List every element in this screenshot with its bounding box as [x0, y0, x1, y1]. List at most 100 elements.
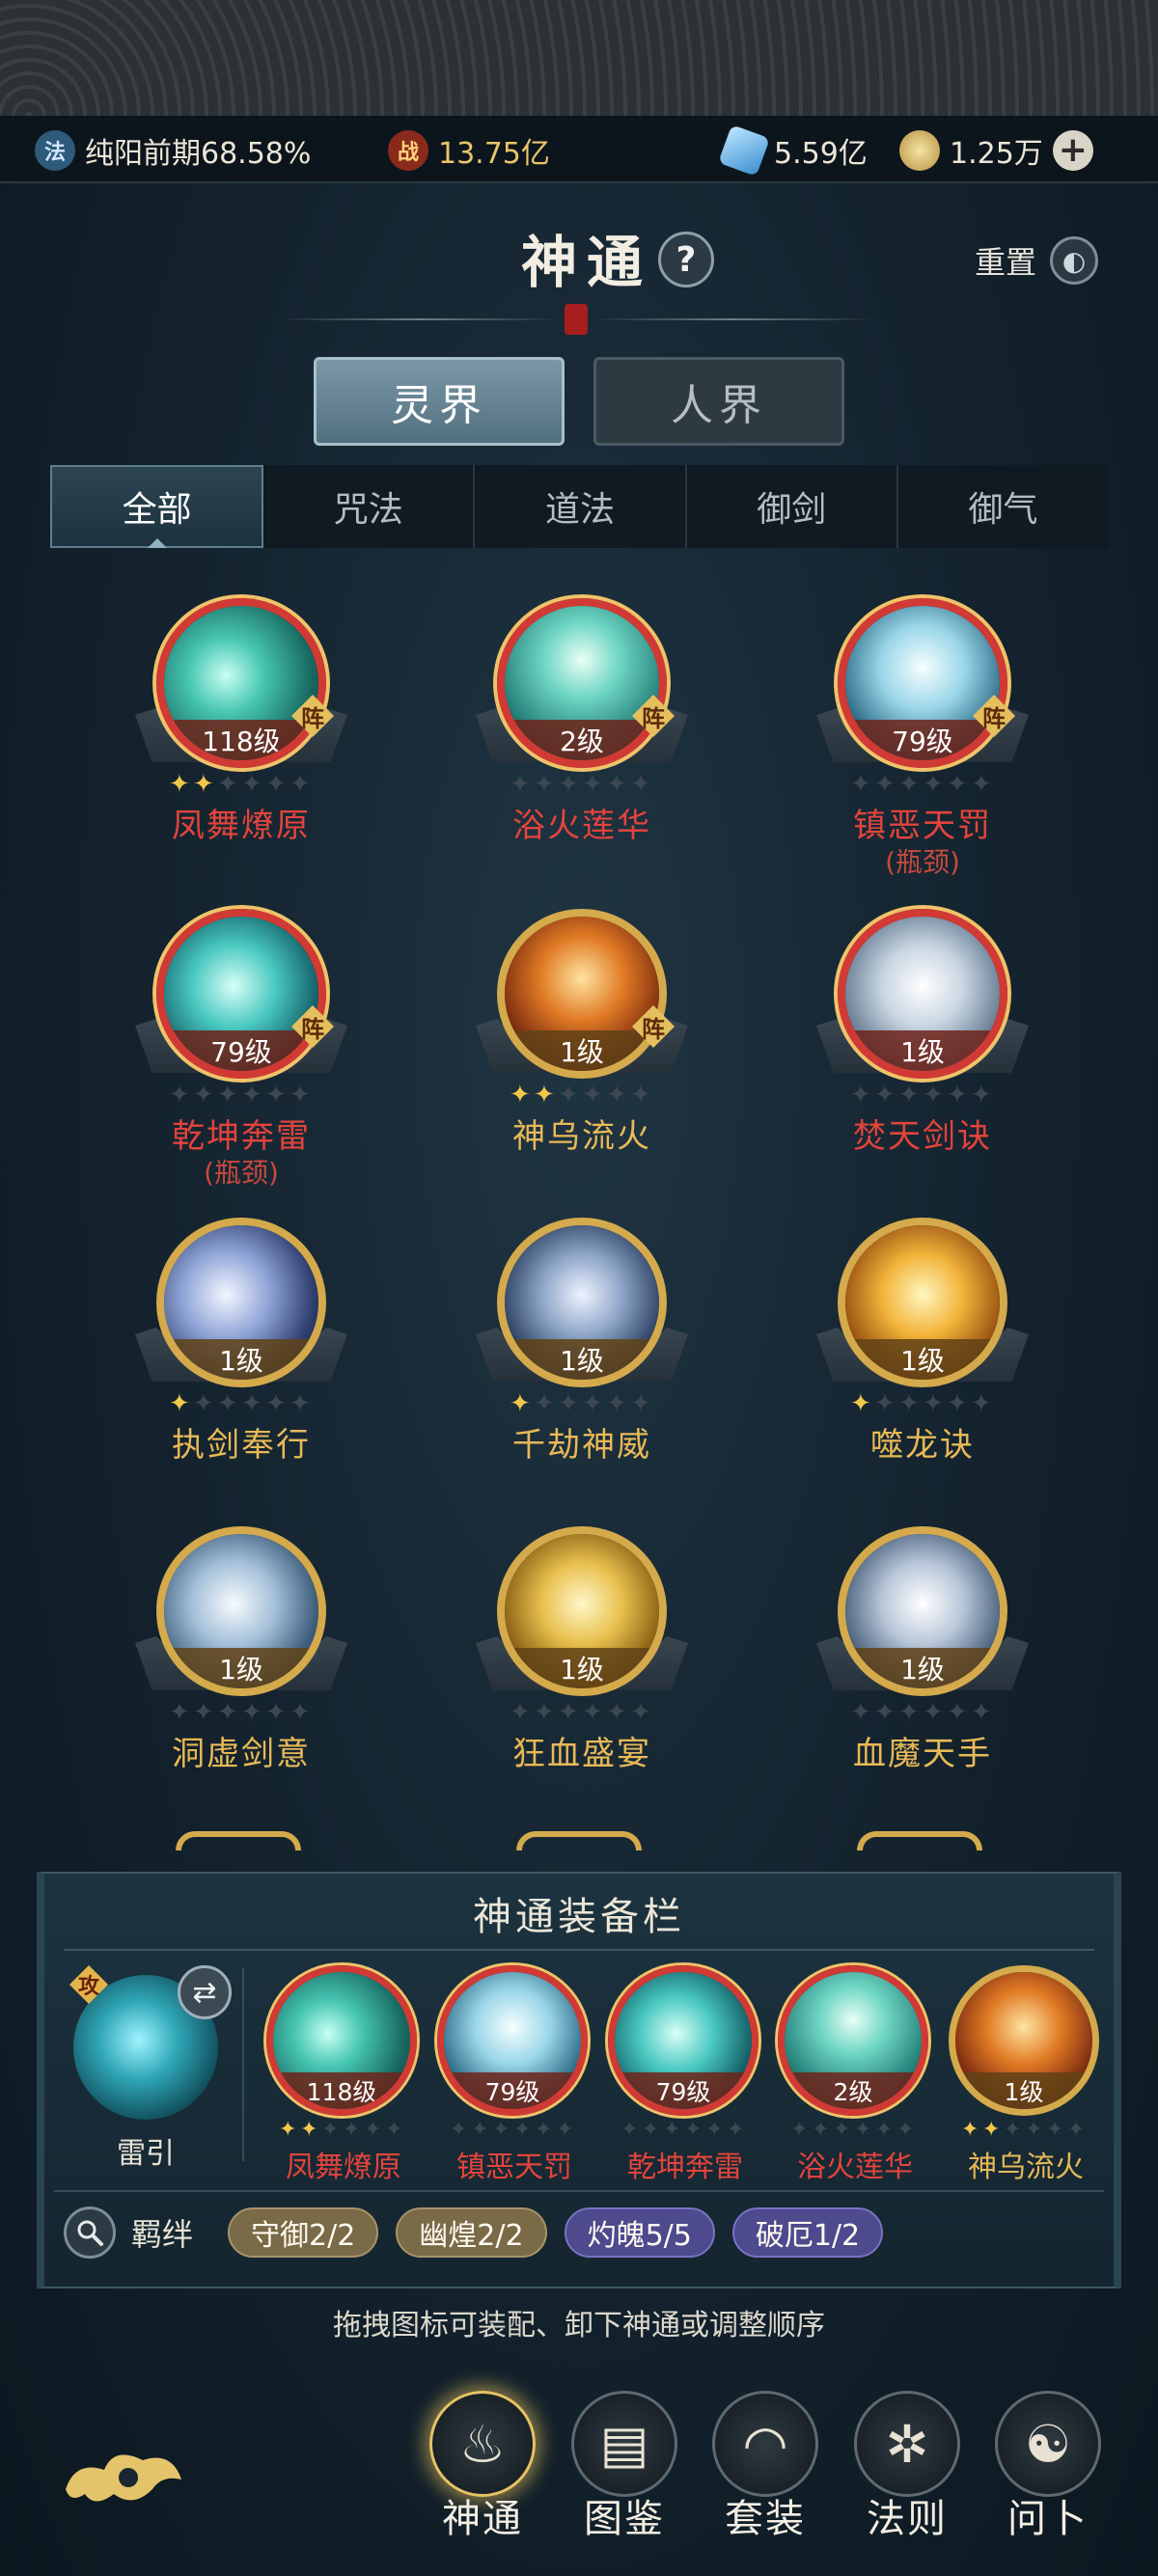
star-empty-icon: ✦ — [265, 1081, 287, 1110]
skill-card[interactable]: 79级阵 ✦ ✦ ✦ ✦ ✦ ✦ 乾坤奔雷 (瓶颈) — [116, 909, 367, 1198]
reset-icon: ◐ — [1050, 236, 1099, 285]
search-icon[interactable] — [64, 2206, 116, 2259]
swap-button[interactable]: ⇄ — [178, 1965, 232, 2019]
power-resource[interactable]: 战 13.75亿 — [388, 129, 550, 172]
bond-chip[interactable]: 守御2/2 — [228, 2207, 379, 2258]
star-empty-icon: ✦ — [790, 2118, 809, 2142]
power-value: 13.75亿 — [438, 137, 550, 171]
bond-chip[interactable]: 幽煌2/2 — [396, 2207, 547, 2258]
main-skill-slot[interactable]: 攻 ⇄ 雷引 — [64, 1965, 237, 2171]
flame-icon: ♨ — [429, 2391, 536, 2497]
equipped-skill-slot[interactable]: 2级 ✦ ✦ ✦ ✦ ✦ ✦ 浴火莲华 — [773, 1965, 937, 2184]
skill-level: 118级 — [273, 2072, 410, 2109]
nav-item-1[interactable]: ♨ 神通 — [425, 2391, 540, 2574]
equipped-skill-slot[interactable]: 1级 ✦ ✦ ✦ ✦ ✦ ✦ 神乌流火 — [944, 1965, 1108, 2184]
star-empty-icon: ✦ — [630, 1389, 651, 1418]
skill-orb-icon: 1级 — [497, 1218, 667, 1387]
star-empty-icon: ✦ — [558, 770, 579, 799]
cultivation-resource[interactable]: 法 纯阳前期68.58% — [35, 129, 311, 172]
skill-card[interactable]: 2级阵 ✦ ✦ ✦ ✦ ✦ ✦ 浴火莲华 — [456, 598, 707, 888]
reset-button[interactable]: 重置 ◐ — [975, 236, 1099, 285]
nav-label: 图鉴 — [584, 2497, 665, 2541]
skill-orb-partial[interactable] — [516, 1831, 642, 1850]
skill-card[interactable]: 1级 ✦ ✦ ✦ ✦ ✦ ✦ 洞虚剑意 — [116, 1526, 367, 1816]
star-filled-icon: ✦ — [510, 1389, 531, 1418]
skill-orb-icon: 79级 — [608, 1965, 758, 2116]
skill-name: 噬龙诀 — [870, 1426, 975, 1465]
tab-human-realm[interactable]: 人界 — [593, 357, 844, 446]
gold-coin-resource[interactable]: 1.25万 + — [899, 129, 1093, 172]
tab-sword[interactable]: 御剑 — [687, 465, 898, 548]
star-empty-icon: ✦ — [874, 1081, 896, 1110]
star-empty-icon: ✦ — [947, 770, 968, 799]
equipped-skill-slot[interactable]: 79级 ✦ ✦ ✦ ✦ ✦ ✦ 乾坤奔雷 — [603, 1965, 767, 2184]
skill-card[interactable]: 1级 ✦ ✦ ✦ ✦ ✦ ✦ 血魔天手 — [797, 1526, 1048, 1816]
tab-incantation[interactable]: 咒法 — [263, 465, 476, 548]
skill-card[interactable]: 79级阵 ✦ ✦ ✦ ✦ ✦ ✦ 镇恶天罚 (瓶颈) — [797, 598, 1048, 888]
star-empty-icon: ✦ — [582, 770, 603, 799]
skill-level: 2级 — [505, 720, 659, 760]
equipped-skill-slot[interactable]: 79级 ✦ ✦ ✦ ✦ ✦ ✦ 镇恶天罚 — [432, 1965, 596, 2184]
skill-card[interactable]: 1级阵 ✦ ✦ ✦ ✦ ✦ ✦ 神乌流火 — [456, 909, 707, 1198]
tab-all[interactable]: 全部 — [50, 465, 264, 548]
nav-item-3[interactable]: ◠ 套装 — [707, 2391, 823, 2574]
star-empty-icon: ✦ — [492, 2118, 510, 2142]
cloud-logo-icon[interactable] — [56, 2441, 191, 2518]
skill-name: 千劫神威 — [512, 1426, 651, 1465]
nav-item-2[interactable]: ▤ 图鉴 — [566, 2391, 682, 2574]
divider — [242, 1968, 244, 2161]
star-empty-icon: ✦ — [534, 1698, 555, 1727]
tab-spirit-realm[interactable]: 灵界 — [314, 357, 565, 446]
add-currency-button[interactable]: + — [1052, 130, 1093, 171]
star-empty-icon: ✦ — [850, 1081, 871, 1110]
star-empty-icon: ✦ — [558, 1081, 579, 1110]
skill-card[interactable]: 1级 ✦ ✦ ✦ ✦ ✦ ✦ 噬龙诀 — [797, 1218, 1048, 1507]
star-empty-icon: ✦ — [874, 770, 896, 799]
star-empty-icon: ✦ — [321, 2118, 340, 2142]
star-empty-icon: ✦ — [684, 2118, 703, 2142]
equipped-skill-slot[interactable]: 118级 ✦ ✦ ✦ ✦ ✦ ✦ 凤舞燎原 — [262, 1965, 426, 2184]
star-empty-icon: ✦ — [947, 1389, 968, 1418]
tab-qi[interactable]: 御气 — [898, 465, 1108, 548]
star-filled-icon: ✦ — [961, 2118, 979, 2142]
star-empty-icon: ✦ — [874, 1698, 896, 1727]
skill-card[interactable]: 1级 ✦ ✦ ✦ ✦ ✦ ✦ 狂血盛宴 — [456, 1526, 707, 1816]
drag-hint: 拖拽图标可装配、卸下神通或调整顺序 — [333, 2309, 825, 2343]
skill-card[interactable]: 118级阵 ✦ ✦ ✦ ✦ ✦ ✦ 凤舞燎原 — [116, 598, 367, 888]
star-rating: ✦ ✦ ✦ ✦ ✦ ✦ — [510, 1700, 654, 1727]
tab-taoism[interactable]: 道法 — [475, 465, 687, 548]
star-filled-icon: ✦ — [850, 1389, 871, 1418]
gold-coin-value: 1.25万 — [950, 137, 1043, 171]
star-empty-icon: ✦ — [217, 770, 238, 799]
skill-name: 执剑奉行 — [172, 1426, 311, 1465]
title-divider-right — [593, 318, 873, 320]
skill-orb-partial[interactable] — [176, 1831, 301, 1850]
skill-card[interactable]: 1级 ✦ ✦ ✦ ✦ ✦ ✦ 焚天剑诀 — [797, 909, 1048, 1198]
star-filled-icon: ✦ — [982, 2118, 1001, 2142]
star-empty-icon: ✦ — [620, 2118, 639, 2142]
bond-chip[interactable]: 破厄1/2 — [731, 2207, 884, 2258]
nav-item-5[interactable]: ☯ 问卜 — [990, 2391, 1106, 2574]
skill-name: 狂血盛宴 — [512, 1735, 651, 1773]
star-empty-icon: ✦ — [290, 1698, 311, 1727]
star-rating: ✦ ✦ ✦ ✦ ✦ ✦ — [510, 772, 654, 799]
spirit-stone-resource[interactable]: 5.59亿 — [718, 124, 868, 177]
star-empty-icon: ✦ — [1067, 2118, 1086, 2142]
skill-card[interactable]: 1级 ✦ ✦ ✦ ✦ ✦ ✦ 执剑奉行 — [116, 1218, 367, 1507]
star-empty-icon: ✦ — [193, 1698, 214, 1727]
star-empty-icon: ✦ — [1025, 2118, 1043, 2142]
skill-name: 洞虚剑意 — [172, 1735, 311, 1773]
star-empty-icon: ✦ — [971, 1389, 992, 1418]
star-empty-icon: ✦ — [217, 1389, 238, 1418]
star-empty-icon: ✦ — [385, 2118, 403, 2142]
nav-item-4[interactable]: ✲ 法则 — [849, 2391, 965, 2574]
skill-level: 1级 — [164, 1648, 318, 1688]
skill-card[interactable]: 1级 ✦ ✦ ✦ ✦ ✦ ✦ 千劫神威 — [456, 1218, 707, 1507]
star-empty-icon: ✦ — [705, 2118, 724, 2142]
skill-orb-partial[interactable] — [857, 1831, 982, 1850]
nav-label: 神通 — [442, 2497, 523, 2541]
skill-orb-icon: 1级 — [949, 1965, 1099, 2116]
star-filled-icon: ✦ — [169, 1389, 190, 1418]
bond-chip[interactable]: 灼魄5/5 — [564, 2207, 715, 2258]
help-button[interactable]: ? — [658, 232, 714, 288]
